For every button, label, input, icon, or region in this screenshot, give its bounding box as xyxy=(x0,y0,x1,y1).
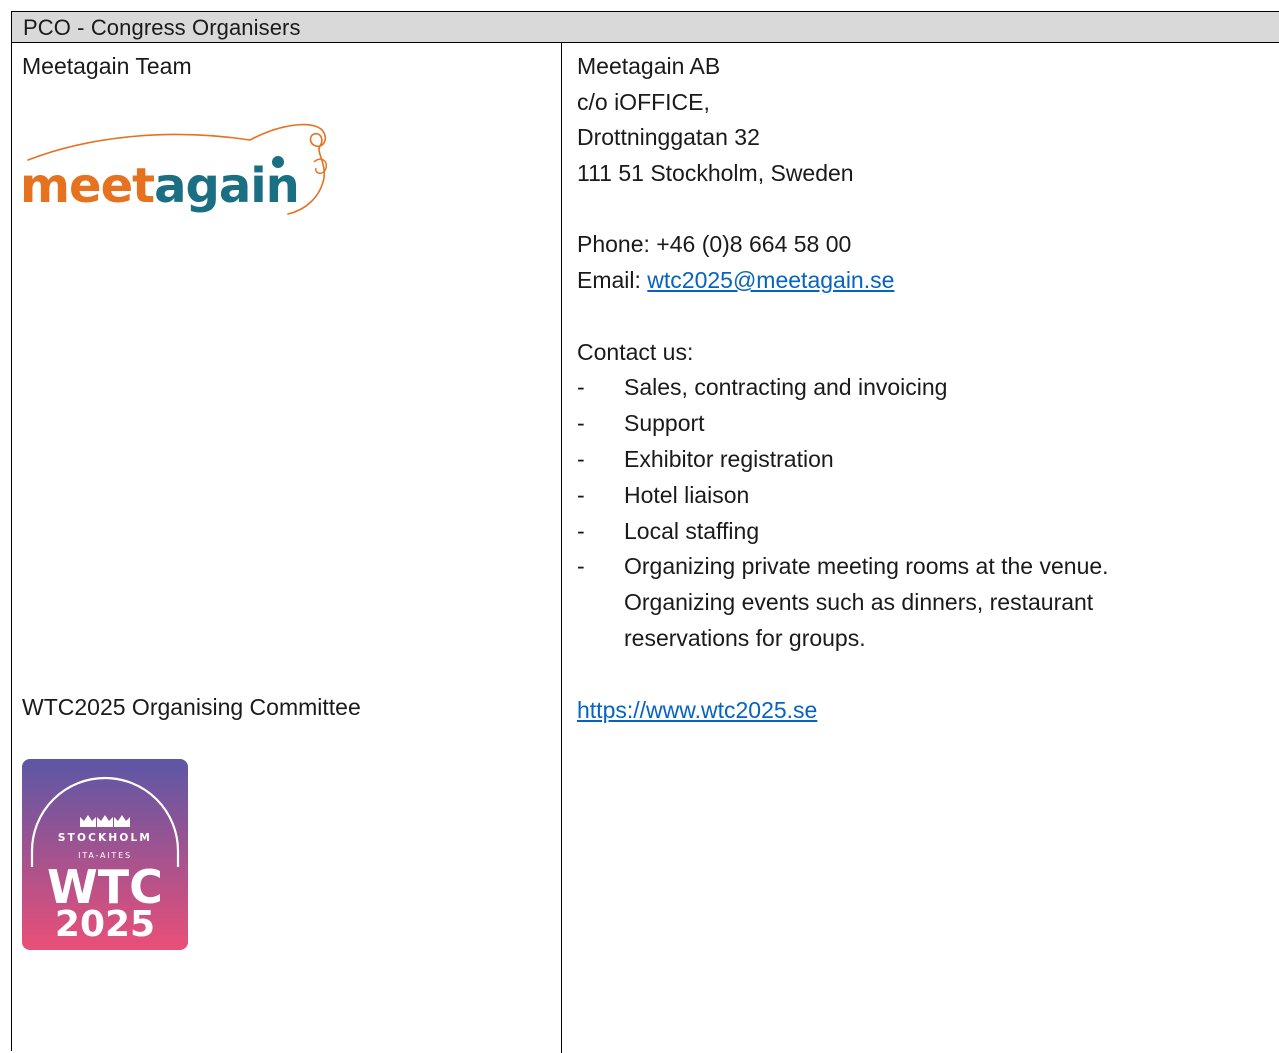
list-item-text: Hotel liaison xyxy=(624,482,750,508)
website-row: https://www.wtc2025.se xyxy=(577,692,817,728)
address-line-1: c/o iOFFICE, xyxy=(577,89,710,115)
list-item-text: Organizing private meeting rooms at the … xyxy=(624,553,1109,579)
list-item-text: Support xyxy=(624,410,705,436)
svg-text:STOCKHOLM: STOCKHOLM xyxy=(58,832,152,844)
list-item-text: Sales, contracting and invoicing xyxy=(624,374,948,400)
list-dash: - xyxy=(577,446,585,472)
wtc2025-logo-icon: STOCKHOLM ITA-AITES WTC 2025 xyxy=(22,759,188,950)
list-dash: - xyxy=(577,518,585,544)
website-link[interactable]: https://www.wtc2025.se xyxy=(577,697,817,723)
svg-text:ITA-AITES: ITA-AITES xyxy=(78,851,132,860)
list-dash: - xyxy=(577,482,585,508)
table-left-border xyxy=(11,11,12,1051)
contact-heading: Contact us: xyxy=(577,339,694,365)
phone-text: Phone: +46 (0)8 664 58 00 xyxy=(577,231,852,257)
column-divider xyxy=(561,43,562,1053)
list-dash: - xyxy=(577,553,585,579)
address-line-3: 111 51 Stockholm, Sweden xyxy=(577,160,854,186)
email-link[interactable]: wtc2025@meetagain.se xyxy=(647,267,894,293)
list-item-continuation: Organizing events such as dinners, resta… xyxy=(624,589,1094,615)
list-item-text: Exhibitor registration xyxy=(624,446,834,472)
meetagain-team-title: Meetagain Team xyxy=(22,53,192,79)
list-dash: - xyxy=(577,410,585,436)
list-item-text: Local staffing xyxy=(624,518,760,544)
email-label: Email: xyxy=(577,267,648,293)
svg-text:meetagain: meetagain xyxy=(20,158,299,214)
list-item-continuation: reservations for groups. xyxy=(624,625,866,651)
company-name: Meetagain AB xyxy=(577,53,721,79)
svg-text:2025: 2025 xyxy=(55,904,155,945)
committee-title: WTC2025 Organising Committee xyxy=(22,694,361,720)
email-row: Email: wtc2025@meetagain.se xyxy=(577,262,894,298)
table-header-title: PCO - Congress Organisers xyxy=(23,15,301,40)
meetagain-logo-icon: meetagain xyxy=(20,118,332,222)
table-header: PCO - Congress Organisers xyxy=(11,11,1279,43)
list-dash: - xyxy=(577,374,585,400)
address-line-2: Drottninggatan 32 xyxy=(577,124,760,150)
